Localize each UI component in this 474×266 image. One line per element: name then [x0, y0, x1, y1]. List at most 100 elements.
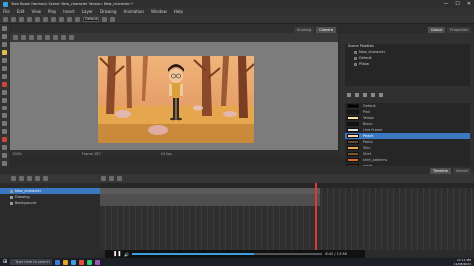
text-tool-icon[interactable] [2, 65, 7, 71]
cutter-tool-icon[interactable] [2, 41, 7, 47]
remove-colour-icon[interactable] [363, 92, 367, 97]
save-icon[interactable] [19, 16, 24, 22]
animate-mode-icon[interactable] [13, 35, 18, 40]
zoom-tool-icon[interactable] [2, 153, 7, 159]
mask-icon[interactable] [61, 35, 66, 40]
paint-tool-icon[interactable] [2, 81, 7, 87]
playhead[interactable] [315, 183, 317, 250]
open-icon[interactable] [11, 16, 16, 22]
tree-trunk [142, 56, 148, 101]
visibility-icon[interactable] [10, 201, 13, 205]
camera-view[interactable] [10, 42, 338, 150]
tab-properties[interactable]: Properties [447, 27, 471, 33]
flip-icon[interactable] [67, 16, 72, 22]
add-drawing-layer-icon[interactable] [11, 176, 16, 181]
minimize-button[interactable]: — [443, 1, 448, 7]
list-mode-icon[interactable] [379, 92, 383, 97]
windows-start-icon[interactable]: ⊞ [3, 259, 7, 265]
render-preview-icon[interactable] [37, 35, 42, 40]
menu-play[interactable]: Play [48, 9, 56, 14]
workspace-save-icon[interactable] [102, 16, 107, 22]
onion-skin-icon[interactable] [21, 35, 26, 40]
pencil-tool-icon[interactable] [2, 57, 7, 63]
brush-tool-icon[interactable] [2, 49, 7, 55]
palette-item[interactable]: Pillow [345, 61, 470, 67]
last-frame-icon[interactable] [117, 176, 122, 181]
visibility-icon[interactable] [10, 195, 13, 199]
maximize-button[interactable]: ☐ [455, 1, 459, 7]
colour-chip [347, 140, 359, 144]
window-title: Toon Boom Harmony Scene: New_character V… [11, 2, 133, 6]
swatch-mode-icon[interactable] [371, 92, 375, 97]
colour-tools-bar [345, 90, 470, 99]
system-clock[interactable]: 11:11 PM 11/08/2021 [454, 258, 471, 266]
lock-icon[interactable] [43, 176, 48, 181]
video-progress-bar[interactable] [132, 253, 323, 255]
first-frame-icon[interactable] [101, 176, 106, 181]
close-gap-tool-icon[interactable] [2, 137, 7, 143]
copy-icon[interactable] [51, 16, 56, 22]
menu-file[interactable]: File [3, 9, 10, 14]
reset-view-icon[interactable] [69, 35, 74, 40]
colour-chip [347, 128, 359, 132]
volume-icon[interactable]: 🔊 [124, 252, 129, 257]
new-icon[interactable] [3, 16, 8, 22]
menu-animation[interactable]: Animation [124, 9, 144, 14]
visibility-icon[interactable] [10, 189, 13, 193]
polyline-tool-icon[interactable] [2, 113, 7, 119]
brush-icon[interactable] [347, 92, 351, 97]
paste-icon[interactable] [59, 16, 64, 22]
menu-insert[interactable]: Insert [63, 9, 74, 14]
tab-colour[interactable]: Colour [427, 27, 446, 33]
taskbar-search[interactable]: Type here to search [10, 259, 53, 265]
eraser-tool-icon[interactable] [2, 73, 7, 79]
transform-tool-icon[interactable] [2, 145, 7, 151]
workspace-select[interactable]: Default [83, 16, 99, 22]
ellipse-tool-icon[interactable] [2, 97, 7, 103]
play-icon[interactable] [109, 176, 114, 181]
tree-trunk [221, 56, 229, 106]
rotate-icon[interactable] [75, 16, 80, 22]
zoom-level[interactable]: 100% [12, 152, 22, 156]
toon-boom-taskbar-icon[interactable] [95, 259, 101, 265]
cut-icon[interactable] [43, 16, 48, 22]
workspace-manager-icon[interactable] [110, 16, 115, 22]
rectangle-tool-icon[interactable] [2, 89, 7, 95]
grid-icon[interactable] [45, 35, 50, 40]
menu-window[interactable]: Window [151, 9, 167, 14]
menu-view[interactable]: View [31, 9, 41, 14]
menu-drawing[interactable]: Drawing [100, 9, 117, 14]
store-icon[interactable] [87, 259, 93, 265]
close-button[interactable]: ✕ [467, 1, 471, 7]
menu-help[interactable]: Help [174, 9, 183, 14]
file-explorer-icon[interactable] [63, 259, 69, 265]
title-bar: Toon Boom Harmony Scene: New_character V… [0, 0, 474, 8]
pause-icon[interactable]: ❚❚ [113, 251, 121, 257]
chrome-icon[interactable] [79, 259, 85, 265]
select-tool-icon[interactable] [2, 26, 7, 31]
add-layer-icon[interactable] [19, 176, 24, 181]
palette-icon [354, 62, 357, 66]
undo-icon[interactable] [27, 16, 32, 22]
menu-layer[interactable]: Layer [82, 9, 93, 14]
delete-layer-icon[interactable] [27, 176, 32, 181]
colour-name: Pink [363, 110, 371, 114]
menu-edit[interactable]: Edit [17, 9, 25, 14]
task-view-icon[interactable] [55, 259, 61, 265]
light-table-icon[interactable] [29, 35, 34, 40]
dropper-tool-icon[interactable] [2, 121, 7, 127]
frame-row[interactable] [100, 200, 320, 206]
add-colour-icon[interactable] [355, 92, 359, 97]
show-all-icon[interactable] [35, 176, 40, 181]
timeline-frames[interactable] [100, 183, 474, 250]
stroke-tool-icon[interactable] [2, 129, 7, 135]
contour-editor-icon[interactable] [2, 33, 7, 39]
main-toolbar: Default [0, 15, 474, 24]
redo-icon[interactable] [35, 16, 40, 22]
scene-frame[interactable] [98, 56, 254, 143]
edge-icon[interactable] [71, 259, 77, 265]
colour-chip [347, 134, 359, 138]
safe-area-icon[interactable] [53, 35, 58, 40]
line-tool-icon[interactable] [2, 105, 7, 111]
layer-row[interactable]: Background [0, 200, 100, 206]
